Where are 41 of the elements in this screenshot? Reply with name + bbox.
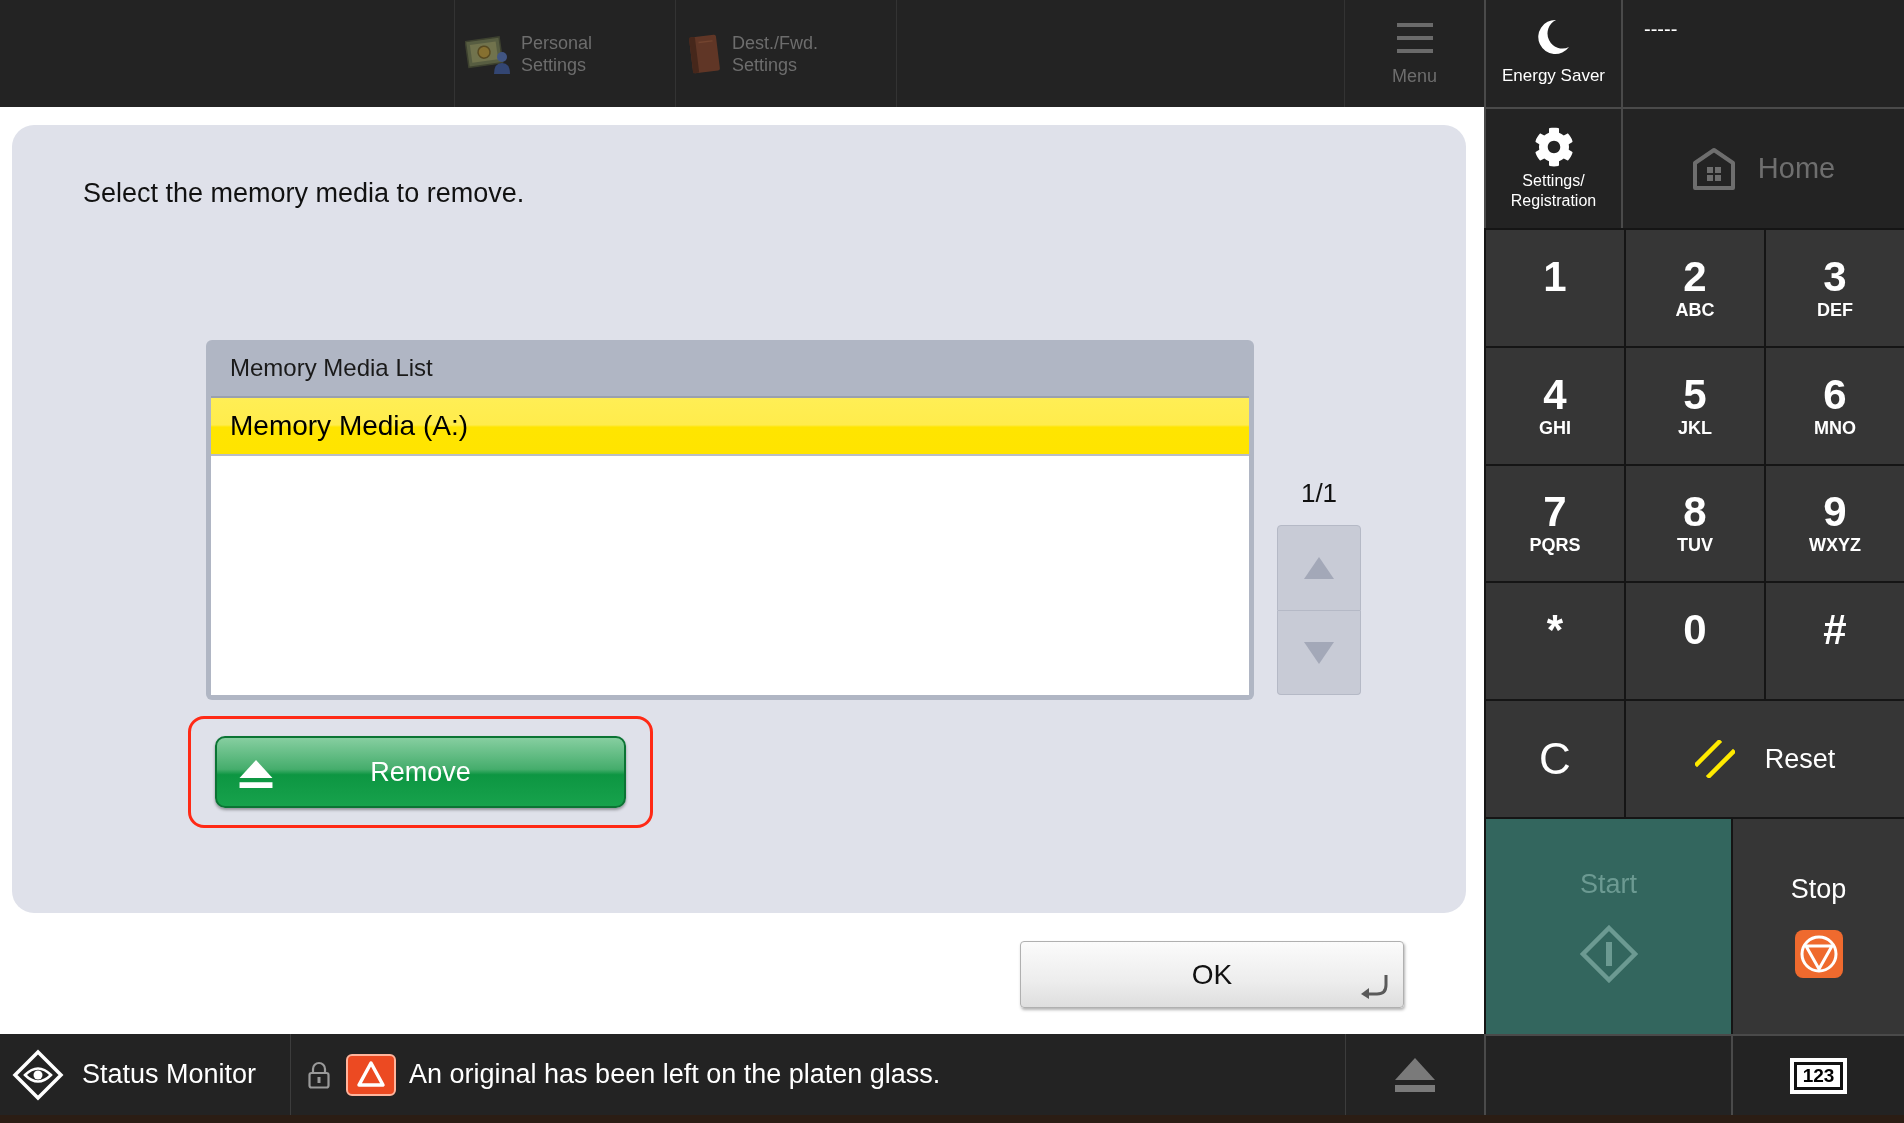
- keypad-key[interactable]: 5 JKL: [1626, 347, 1764, 464]
- settings-icon: [1533, 126, 1574, 167]
- stop-button[interactable]: Stop: [1733, 819, 1904, 1034]
- keypad-key[interactable]: 0: [1626, 583, 1764, 700]
- up-triangle-icon: [1304, 557, 1334, 579]
- page-indicator: 1/1: [1300, 477, 1338, 510]
- reset-key[interactable]: Reset: [1626, 701, 1904, 817]
- list-title: Memory Media List: [230, 353, 433, 383]
- keypad-key[interactable]: 2 ABC: [1626, 230, 1764, 346]
- lock-icon: [308, 1060, 330, 1089]
- keypad-key[interactable]: *: [1486, 583, 1624, 700]
- keypad-key[interactable]: 8 TUV: [1626, 465, 1764, 582]
- eject-icon: [1395, 1057, 1435, 1092]
- eject-icon: [239, 760, 273, 788]
- status-message: An original has been left on the platen glass.: [409, 1058, 941, 1092]
- energy-saver-button[interactable]: Energy Saver: [1486, 0, 1623, 107]
- home-icon: [1691, 146, 1736, 191]
- start-diamond-icon: [1579, 924, 1638, 983]
- settings-button[interactable]: Settings/Registration: [1486, 109, 1623, 228]
- clear-key[interactable]: C: [1486, 701, 1624, 817]
- keypad-key[interactable]: 1: [1486, 230, 1624, 346]
- menu-icon: [1396, 23, 1433, 53]
- double-slash-icon: [1694, 740, 1735, 779]
- framed-gear-person-icon: [465, 33, 511, 74]
- keypad-key[interactable]: #: [1766, 583, 1904, 700]
- keypad-key[interactable]: 9 WXYZ: [1766, 465, 1904, 582]
- keypad-key[interactable]: 4 GHI: [1486, 347, 1624, 464]
- keypad-key[interactable]: 6 MNO: [1766, 347, 1904, 464]
- ok-button[interactable]: OK: [1020, 941, 1404, 1008]
- return-arrow-icon: [1359, 975, 1389, 999]
- keypad-key[interactable]: 7 PQRS: [1486, 465, 1624, 582]
- stop-icon: [1794, 929, 1843, 978]
- list-item[interactable]: Memory Media (A:): [211, 398, 1249, 456]
- warning-icon: [346, 1053, 396, 1096]
- moon-icon: [1537, 18, 1570, 55]
- numeric-keys-button[interactable]: 123: [1789, 1057, 1848, 1094]
- display-text: -----: [1644, 18, 1678, 40]
- instruction-text: Select the memory media to remove.: [83, 177, 525, 210]
- down-triangle-icon: [1304, 641, 1334, 664]
- eye-diamond-icon: [12, 1048, 64, 1101]
- keypad-key[interactable]: 3 DEF: [1766, 230, 1904, 346]
